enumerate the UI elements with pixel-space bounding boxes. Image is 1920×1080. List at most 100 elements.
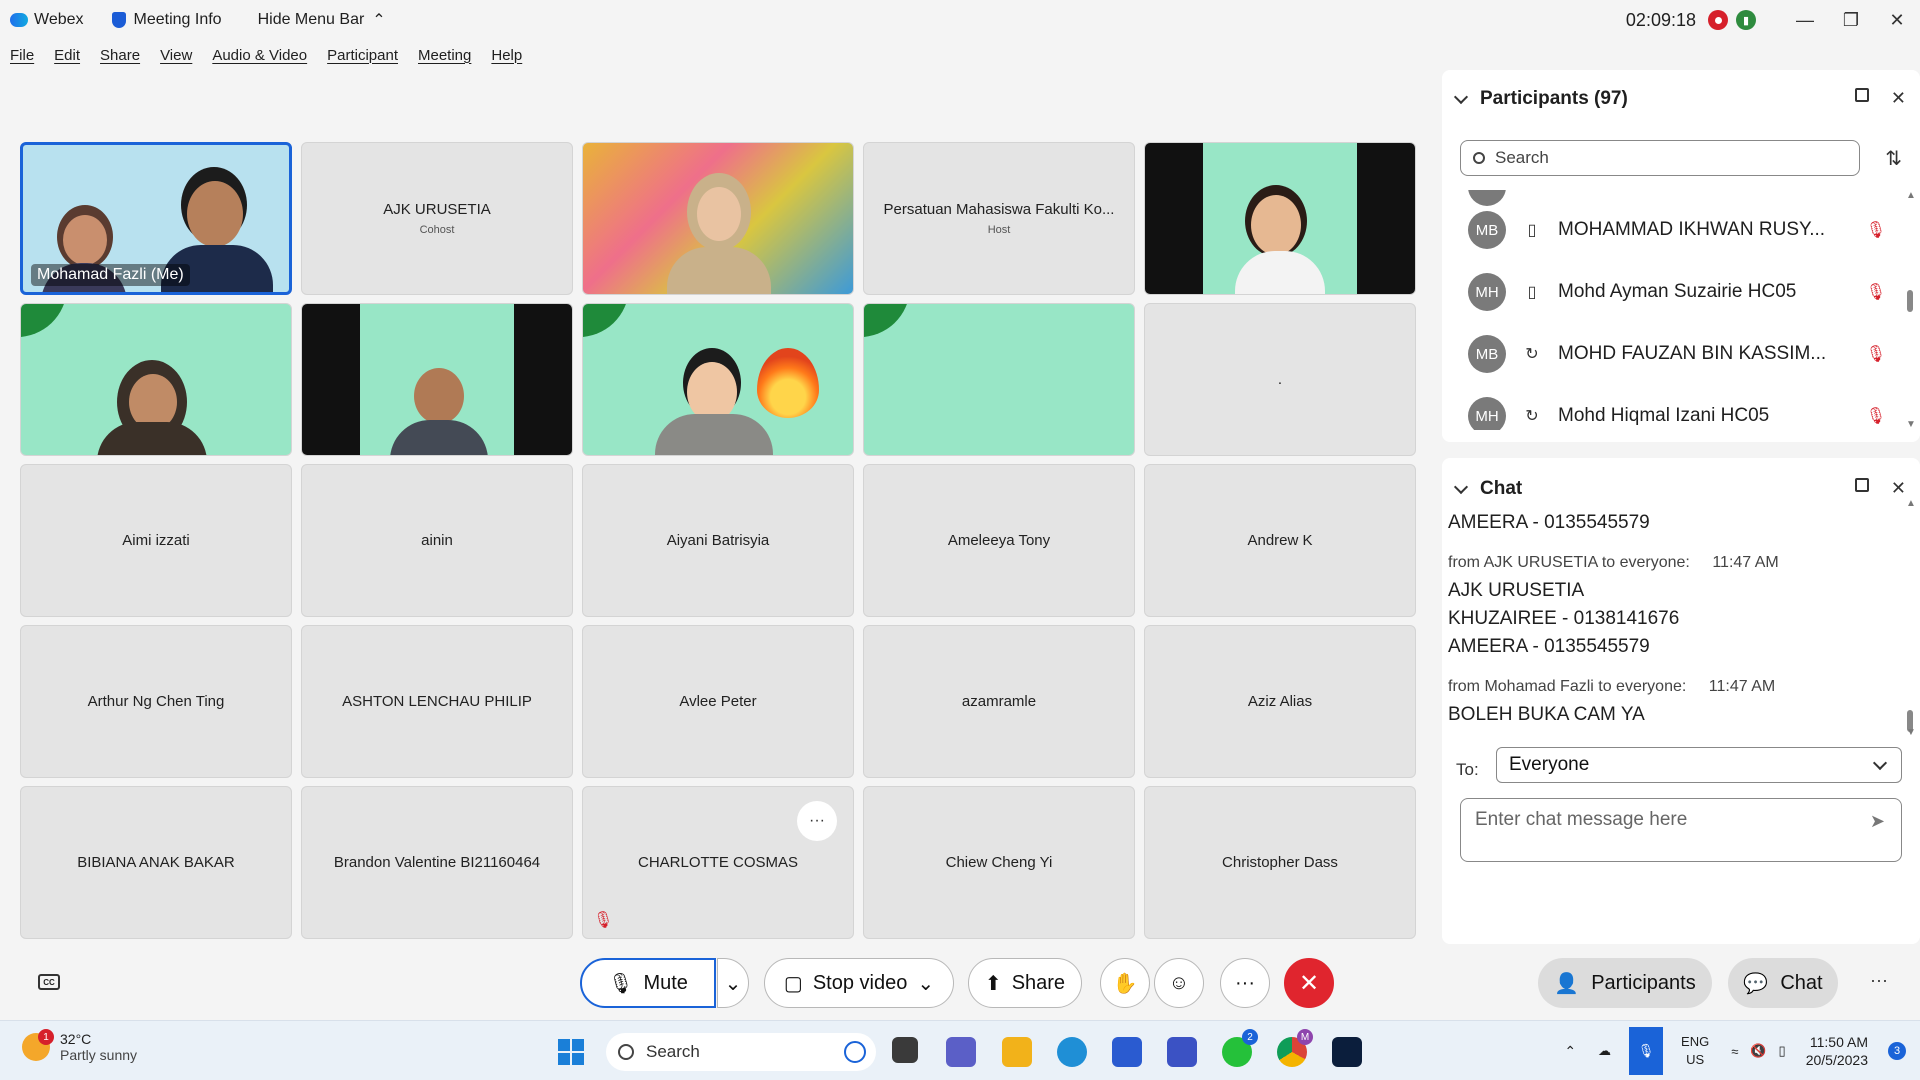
participant-tile[interactable]: Brandon Valentine BI21160464 xyxy=(301,786,573,939)
mute-button[interactable]: 🎙 Mute xyxy=(580,958,716,1008)
muted-mic-icon[interactable]: 🎙 xyxy=(1866,282,1886,302)
speaker-muted-icon[interactable]: 🔇 xyxy=(1750,1043,1766,1059)
recording-icon[interactable] xyxy=(1708,10,1728,30)
participant-tile[interactable]: . xyxy=(1144,303,1416,456)
task-view-icon[interactable] xyxy=(892,1037,918,1063)
search-icon xyxy=(618,1044,634,1060)
notification-badge[interactable]: 3 xyxy=(1888,1042,1906,1060)
menu-edit[interactable]: Edit xyxy=(54,47,80,64)
chrome-icon[interactable]: M xyxy=(1277,1029,1313,1067)
video-tile[interactable] xyxy=(301,303,573,456)
muted-mic-icon[interactable]: 🎙 xyxy=(1866,220,1886,240)
tile-more-options-button[interactable]: ··· xyxy=(797,801,837,841)
participant-tile[interactable]: Andrew K xyxy=(1144,464,1416,617)
video-tile[interactable] xyxy=(1144,142,1416,295)
participant-row[interactable]: MB ↻ MOHD FAUZAN BIN KASSIM... 🎙 xyxy=(1468,332,1888,376)
popout-icon[interactable] xyxy=(1854,88,1869,102)
wifi-icon[interactable]: ≈ xyxy=(1731,1044,1738,1059)
clock[interactable]: 11:50 AM 20/5/2023 xyxy=(1806,1033,1868,1069)
participant-search-input[interactable]: Search xyxy=(1460,140,1860,176)
close-icon[interactable]: ✕ xyxy=(1891,88,1906,109)
webex-taskbar-icon[interactable] xyxy=(1332,1037,1362,1067)
menu-view[interactable]: View xyxy=(160,47,192,64)
participant-tile[interactable]: Avlee Peter xyxy=(582,625,854,778)
menu-participant[interactable]: Participant xyxy=(327,47,398,64)
hide-menu-label: Hide Menu Bar xyxy=(257,11,365,28)
weather-widget[interactable]: 1 32°C Partly sunny xyxy=(22,1029,137,1063)
video-tile[interactable] xyxy=(20,303,292,456)
close-icon[interactable]: ✕ xyxy=(1891,478,1906,499)
chat-message-input[interactable]: Enter chat message here ➤ xyxy=(1460,798,1902,862)
participant-tile[interactable]: Arthur Ng Chen Ting xyxy=(20,625,292,778)
chevron-up-icon[interactable]: ⌃ xyxy=(1564,1043,1576,1060)
pen-app-icon[interactable] xyxy=(1167,1037,1197,1067)
participant-tile[interactable]: ainin xyxy=(301,464,573,617)
chat-recipient-select[interactable]: Everyone xyxy=(1496,747,1902,783)
participant-tile[interactable]: AJK URUSETIA Cohost xyxy=(301,142,573,295)
participant-row[interactable]: MH ↻ Mohd Hiqmal Izani HC05 🎙 xyxy=(1468,394,1888,430)
stop-video-button[interactable]: ▢ Stop video ⌄ xyxy=(764,958,954,1008)
menu-meeting[interactable]: Meeting xyxy=(418,47,471,64)
restore-button[interactable]: ❐ xyxy=(1828,0,1874,40)
avatar: MH xyxy=(1468,273,1506,311)
edge-icon[interactable] xyxy=(1057,1037,1087,1067)
close-window-button[interactable]: ✕ xyxy=(1874,0,1920,40)
participants-scrollbar[interactable]: ▲ ▼ xyxy=(1906,190,1916,430)
chat-toggle-button[interactable]: 💬 Chat xyxy=(1728,958,1838,1008)
more-options-button[interactable]: ··· xyxy=(1220,958,1270,1008)
reactions-button[interactable]: ☺ xyxy=(1154,958,1204,1008)
participants-toggle-button[interactable]: 👤 Participants xyxy=(1538,958,1712,1008)
video-tile-self[interactable]: Mohamad Fazli (Me) xyxy=(20,142,292,295)
audio-options-button[interactable]: ⌄ xyxy=(717,958,749,1008)
menu-help[interactable]: Help xyxy=(491,47,522,64)
participant-tile[interactable]: CHARLOTTE COSMAS ··· 🎙 xyxy=(582,786,854,939)
participant-tile[interactable]: Aimi izzati xyxy=(20,464,292,617)
chat-header[interactable]: Chat xyxy=(1453,478,1522,500)
participant-tile[interactable]: BIBIANA ANAK BAKAR xyxy=(20,786,292,939)
video-tile[interactable] xyxy=(582,303,854,456)
participant-tile[interactable]: azamramle xyxy=(863,625,1135,778)
meeting-info-button[interactable]: Meeting Info xyxy=(111,11,222,29)
hide-menu-bar-button[interactable]: Hide Menu Bar ⌃ xyxy=(258,10,386,30)
participants-header[interactable]: Participants (97) xyxy=(1453,88,1628,110)
teams-icon[interactable] xyxy=(946,1037,976,1067)
store-icon[interactable] xyxy=(1112,1037,1142,1067)
participant-tile[interactable]: Persatuan Mahasiswa Fakulti Ko... Host xyxy=(863,142,1135,295)
video-tile[interactable] xyxy=(582,142,854,295)
file-explorer-icon[interactable] xyxy=(1002,1037,1032,1067)
muted-mic-icon[interactable]: 🎙 xyxy=(1866,344,1886,364)
participant-row[interactable]: MB ▯ MOHAMMAD IKHWAN RUSY... 🎙 xyxy=(1468,208,1888,252)
participant-tile[interactable]: Christopher Dass xyxy=(1144,786,1416,939)
minimize-button[interactable]: — xyxy=(1782,0,1828,40)
send-icon[interactable]: ➤ xyxy=(1870,811,1885,832)
muted-mic-icon[interactable]: 🎙 xyxy=(1866,406,1886,426)
participant-tile[interactable]: Chiew Cheng Yi xyxy=(863,786,1135,939)
closed-captions-icon[interactable]: CC xyxy=(38,974,60,990)
microphone-icon[interactable]: 🎙 xyxy=(1629,1027,1664,1075)
participant-tile[interactable]: ASHTON LENCHAU PHILIP xyxy=(301,625,573,778)
chat-timestamp: 11:47 AM xyxy=(1708,678,1776,695)
network-stats-icon[interactable]: ▮ xyxy=(1736,10,1756,30)
windows-start-icon[interactable] xyxy=(558,1039,584,1065)
menu-audio-video[interactable]: Audio & Video xyxy=(212,47,307,64)
share-button[interactable]: ⬆ Share xyxy=(968,958,1082,1008)
participant-tile[interactable]: Aiyani Batrisyia xyxy=(582,464,854,617)
sort-icon[interactable]: ⇅ xyxy=(1885,146,1902,171)
video-tile[interactable] xyxy=(863,303,1135,456)
participant-row[interactable]: MH ▯ Mohd Ayman Suzairie HC05 🎙 xyxy=(1468,270,1888,314)
leave-meeting-button[interactable]: ✕ xyxy=(1284,958,1334,1008)
menu-file[interactable]: File xyxy=(10,47,34,64)
participant-name: Aimi izzati xyxy=(122,532,190,549)
menu-share[interactable]: Share xyxy=(100,47,140,64)
battery-icon[interactable]: ▯ xyxy=(1779,1043,1786,1059)
participant-tile[interactable]: Ameleeya Tony xyxy=(863,464,1135,617)
taskbar-search-label: Search xyxy=(646,1042,700,1061)
popout-icon[interactable] xyxy=(1854,478,1869,492)
raise-hand-button[interactable]: ✋ xyxy=(1100,958,1150,1008)
whatsapp-icon[interactable]: 2 xyxy=(1222,1029,1258,1067)
taskbar-search[interactable]: Search xyxy=(606,1033,876,1071)
participant-tile[interactable]: Aziz Alias xyxy=(1144,625,1416,778)
chat-scrollbar[interactable]: ▲ ▼ xyxy=(1906,498,1916,738)
more-panels-button[interactable]: ··· xyxy=(1870,970,1888,991)
onedrive-icon[interactable]: ☁ xyxy=(1598,1043,1611,1059)
